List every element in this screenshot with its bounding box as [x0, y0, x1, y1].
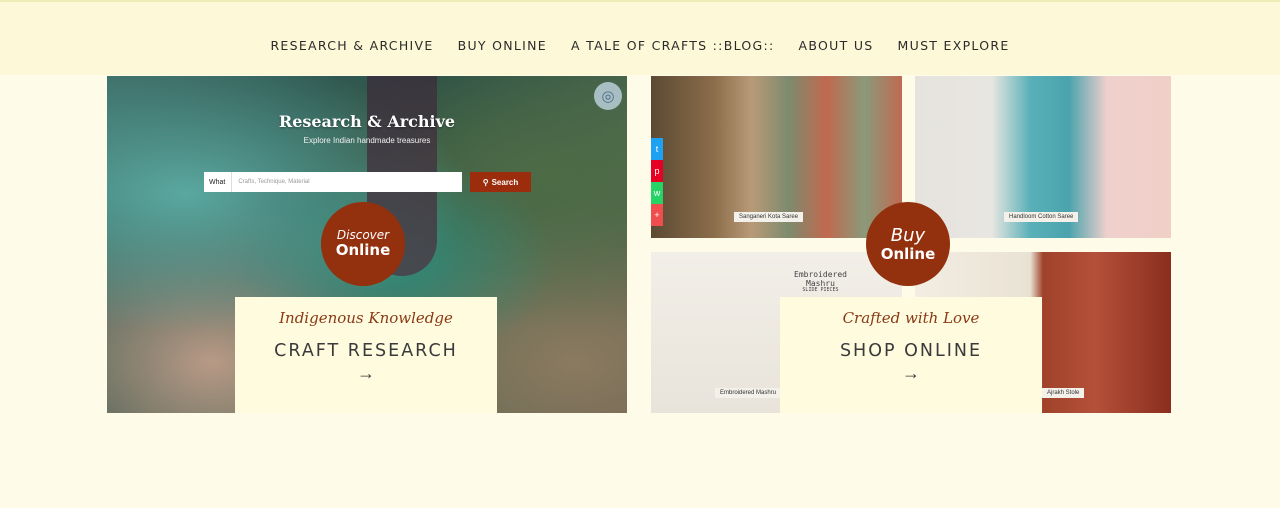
nav-item-about-us[interactable]: ABOUT US — [799, 38, 874, 53]
card-title: CRAFT RESEARCH — [274, 341, 458, 361]
whatsapp-icon[interactable]: w — [651, 182, 663, 204]
badge-line2: Online — [880, 244, 936, 263]
top-nav-bar: RESEARCH & ARCHIVE BUY ONLINE A TALE OF … — [0, 0, 1280, 75]
banner-title: Research & Archive — [278, 112, 456, 131]
more-share-icon[interactable]: + — [651, 204, 663, 226]
research-archive-banner[interactable]: ◎ Research & Archive Explore Indian hand… — [107, 76, 627, 413]
card-tagline: Crafted with Love — [842, 309, 980, 327]
search-placeholder: Crafts, Technique, Material — [238, 179, 310, 185]
share-bar: t p w + — [651, 138, 663, 226]
nav-item-research-archive[interactable]: RESEARCH & ARCHIVE — [270, 38, 433, 53]
search-input[interactable]: What Crafts, Technique, Material — [204, 172, 462, 192]
arrow-right-icon[interactable]: → — [235, 363, 497, 384]
craft-research-card[interactable]: Indigenous Knowledge CRAFT RESEARCH → — [235, 297, 497, 413]
visual-search-icon[interactable]: ◎ — [594, 82, 622, 110]
buy-online-banner[interactable]: t p w + Sanganeri Kota Saree Handloom Co… — [651, 76, 1171, 413]
card-title: SHOP ONLINE — [839, 341, 983, 361]
main-nav: RESEARCH & ARCHIVE BUY ONLINE A TALE OF … — [0, 38, 1280, 53]
buy-online-badge[interactable]: Buy Online — [866, 202, 950, 286]
arrow-right-icon[interactable]: → — [780, 363, 1042, 384]
product-tile-handloom-saree[interactable]: Handloom Cotton Saree — [915, 76, 1171, 238]
tile-label: Handloom Cotton Saree — [1004, 212, 1079, 222]
search-label: What — [204, 172, 233, 192]
nav-item-must-explore[interactable]: MUST EXPLORE — [898, 38, 1010, 53]
badge-line1: Buy — [890, 224, 926, 246]
card-tagline: Indigenous Knowledge — [279, 309, 453, 327]
tile-label: Embroidered Mashru — [715, 388, 782, 398]
pinterest-icon[interactable]: p — [651, 160, 663, 182]
embroidered-mashru-print: Embroidered Mashru SLIDE PIECES — [794, 270, 847, 294]
twitter-icon[interactable]: t — [651, 138, 663, 160]
badge-line2: Online — [335, 241, 391, 260]
tile-label: Sanganeri Kota Saree — [734, 212, 804, 222]
nav-item-blog[interactable]: A TALE OF CRAFTS ::BLOG:: — [571, 38, 775, 53]
search-button-label: Search — [491, 177, 519, 187]
search-button[interactable]: ⚲ Search — [470, 172, 531, 192]
nav-item-buy-online[interactable]: BUY ONLINE — [458, 38, 547, 53]
search-icon: ⚲ — [482, 177, 489, 187]
shop-online-card[interactable]: Crafted with Love SHOP ONLINE → — [780, 297, 1042, 413]
emb-line1: Embroidered — [794, 270, 847, 279]
emb-line3: SLIDE PIECES — [802, 287, 839, 294]
discover-online-badge[interactable]: Discover Online — [321, 202, 405, 286]
tile-label: Ajrakh Stole — [1042, 388, 1085, 398]
banner-subtitle: Explore Indian handmade treasures — [303, 136, 431, 145]
product-tile-kota-saree[interactable]: t p w + Sanganeri Kota Saree — [651, 76, 902, 238]
